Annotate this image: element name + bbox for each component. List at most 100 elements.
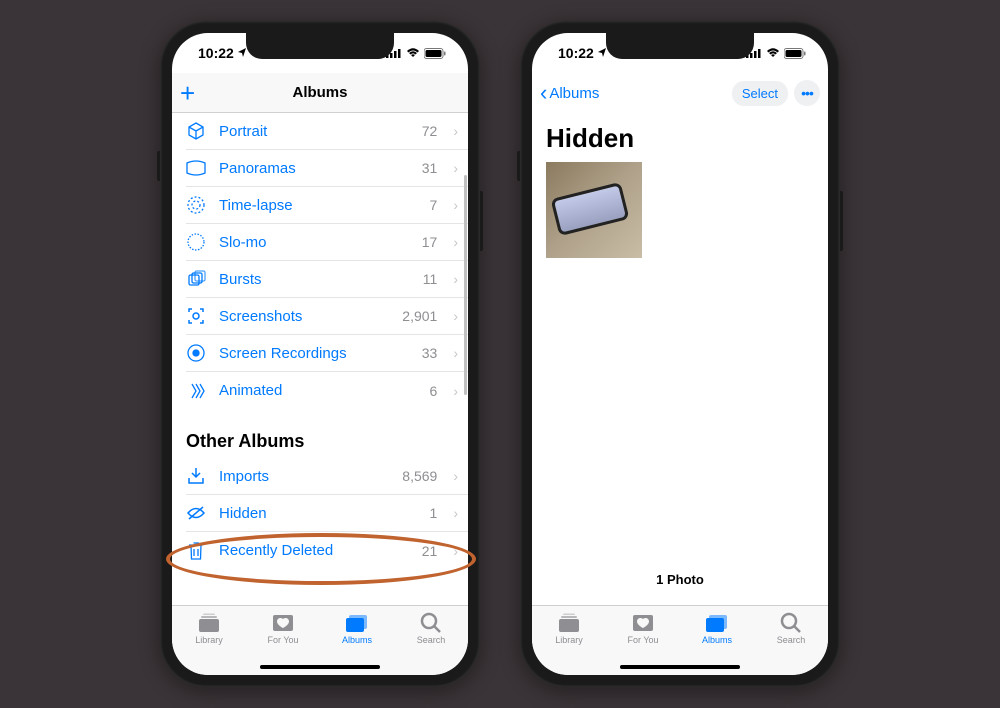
home-indicator[interactable]: [260, 665, 380, 669]
chevron-right-icon: ›: [453, 345, 458, 361]
nav-title: Albums: [292, 84, 347, 101]
nav-bar: + Albums: [172, 73, 468, 113]
row-count: 17: [422, 234, 438, 250]
notch: [606, 33, 754, 59]
notch: [246, 33, 394, 59]
cube-icon: [186, 121, 206, 141]
timelapse-icon: [186, 195, 206, 215]
chevron-right-icon: ›: [453, 160, 458, 176]
home-indicator[interactable]: [620, 665, 740, 669]
screenrec-icon: [186, 343, 206, 363]
screenshots-icon: [186, 306, 206, 326]
bursts-icon: [186, 269, 206, 289]
tab-label: Albums: [342, 635, 372, 645]
tab-library[interactable]: Library: [179, 612, 239, 645]
search-icon: [419, 612, 443, 634]
row-count: 7: [430, 197, 438, 213]
chevron-right-icon: ›: [453, 123, 458, 139]
location-icon: [237, 48, 247, 58]
chevron-right-icon: ›: [453, 308, 458, 324]
album-row-bursts[interactable]: Bursts11›: [186, 261, 468, 298]
row-label: Screenshots: [219, 308, 389, 325]
album-row-screen-recordings[interactable]: Screen Recordings 33 ›: [186, 335, 468, 372]
row-label: Hidden: [219, 505, 417, 522]
tab-foryou[interactable]: For You: [253, 612, 313, 645]
back-button[interactable]: ‹ Albums: [540, 80, 599, 106]
album-row-portrait[interactable]: Portrait72›: [186, 113, 468, 150]
tab-label: Library: [195, 635, 223, 645]
back-label: Albums: [549, 85, 599, 102]
tab-albums[interactable]: Albums: [327, 612, 387, 645]
albums-icon: [705, 612, 729, 634]
row-label: Imports: [219, 468, 389, 485]
album-row-panoramas[interactable]: Panoramas 31 ›: [186, 150, 468, 187]
photo-thumbnail[interactable]: [546, 162, 642, 258]
chevron-right-icon: ›: [453, 505, 458, 521]
slomo-icon: [186, 232, 206, 252]
select-button[interactable]: Select: [732, 81, 788, 106]
ellipsis-icon: •••: [801, 85, 813, 101]
album-row-screenshots[interactable]: Screenshots 2,901 ›: [186, 298, 468, 335]
location-icon: [597, 48, 607, 58]
more-button[interactable]: •••: [794, 80, 820, 106]
row-label: Portrait: [219, 123, 409, 140]
chevron-right-icon: ›: [453, 271, 458, 287]
row-label: Recently Deleted: [219, 542, 409, 559]
albums-list[interactable]: Portrait72› Panoramas 31 › Time-lapse 7 › Slo-m…: [172, 113, 468, 605]
battery-icon: [424, 48, 446, 59]
tab-library[interactable]: Library: [539, 612, 599, 645]
chevron-right-icon: ›: [453, 197, 458, 213]
tab-label: For You: [627, 635, 658, 645]
imports-icon: [186, 466, 206, 486]
library-icon: [557, 612, 581, 634]
row-label: Panoramas: [219, 160, 409, 177]
row-count: 31: [422, 160, 438, 176]
add-button[interactable]: +: [180, 80, 195, 106]
wifi-icon: [406, 48, 420, 58]
album-row-imports[interactable]: Imports8,569›: [186, 458, 468, 495]
panorama-icon: [186, 158, 206, 178]
hidden-icon: [186, 503, 206, 523]
tab-label: Search: [777, 635, 806, 645]
foryou-icon: [631, 612, 655, 634]
tab-search[interactable]: Search: [401, 612, 461, 645]
tab-label: Library: [555, 635, 583, 645]
row-label: Screen Recordings: [219, 345, 409, 362]
album-row-recently-deleted[interactable]: Recently Deleted 21 ›: [186, 532, 468, 569]
section-header-other: Other Albums: [172, 409, 468, 458]
animated-icon: [186, 381, 206, 401]
phone-right: 10:22 ‹ Albums: [520, 21, 840, 687]
tab-label: For You: [267, 635, 298, 645]
tab-search[interactable]: Search: [761, 612, 821, 645]
album-row-animated[interactable]: Animated6›: [186, 372, 468, 409]
album-row-hidden[interactable]: Hidden 1 ›: [186, 495, 468, 532]
tab-foryou[interactable]: For You: [613, 612, 673, 645]
phone-left: 10:22 + Albums Portrait: [160, 21, 480, 687]
chevron-right-icon: ›: [453, 383, 458, 399]
search-icon: [779, 612, 803, 634]
row-label: Time-lapse: [219, 197, 417, 214]
album-row-slo-mo[interactable]: Slo-mo17›: [186, 224, 468, 261]
row-count: 33: [422, 345, 438, 361]
albums-icon: [345, 612, 369, 634]
wifi-icon: [766, 48, 780, 58]
nav-bar: ‹ Albums Select •••: [532, 73, 828, 113]
page-title: Hidden: [546, 123, 814, 154]
row-count: 21: [422, 543, 438, 559]
foryou-icon: [271, 612, 295, 634]
scrollbar[interactable]: [464, 115, 467, 603]
row-label: Slo-mo: [219, 234, 409, 251]
row-count: 11: [423, 271, 438, 287]
status-time: 10:22: [558, 45, 594, 61]
row-count: 6: [430, 383, 438, 399]
plus-icon: +: [180, 80, 195, 106]
status-time: 10:22: [198, 45, 234, 61]
tab-label: Albums: [702, 635, 732, 645]
tab-albums[interactable]: Albums: [687, 612, 747, 645]
row-count: 1: [430, 505, 438, 521]
album-content[interactable]: Hidden 1 Photo: [532, 113, 828, 605]
row-count: 8,569: [402, 468, 437, 484]
album-row-time-lapse[interactable]: Time-lapse 7 ›: [186, 187, 468, 224]
row-count: 2,901: [402, 308, 437, 324]
chevron-right-icon: ›: [453, 543, 458, 559]
